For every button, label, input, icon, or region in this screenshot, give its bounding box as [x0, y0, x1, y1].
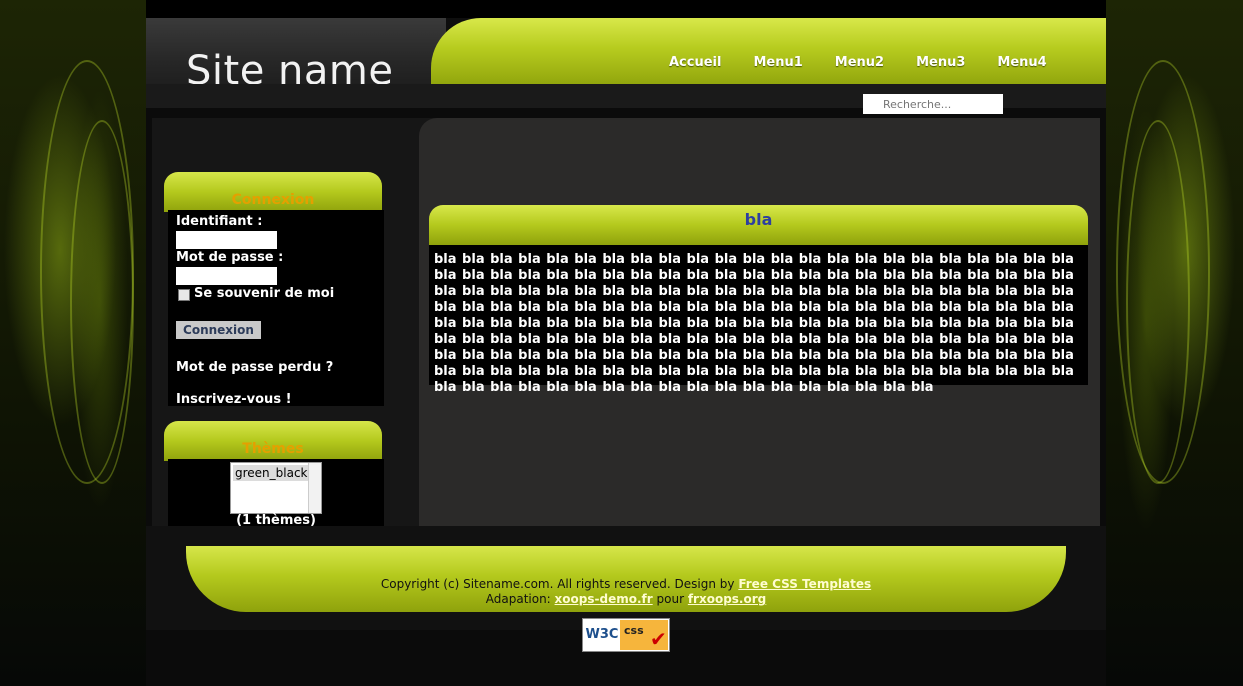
adaptation-line: Adapation: xoops-demo.fr pour frxoops.or…	[146, 592, 1106, 606]
nav-item-accueil[interactable]: Accueil	[669, 55, 721, 70]
header-top-strip	[146, 0, 1106, 18]
search-input[interactable]	[863, 94, 1003, 114]
copyright-text: Copyright (c) Sitename.com. All rights r…	[380, 577, 735, 591]
login-block-heading: Connexion	[231, 192, 315, 208]
nav-item-menu1[interactable]: Menu1	[753, 55, 802, 70]
left-background	[0, 0, 146, 686]
footer: Copyright (c) Sitename.com. All rights r…	[146, 526, 1106, 630]
adaptation-mid: pour	[656, 592, 685, 606]
adaptation-link[interactable]: xoops-demo.fr	[555, 592, 653, 606]
themes-block-heading: Thèmes	[242, 441, 304, 457]
main-nav: Accueil Menu1 Menu2 Menu3 Menu4	[669, 55, 1079, 70]
design-link[interactable]: Free CSS Templates	[738, 577, 871, 591]
username-field[interactable]	[176, 231, 277, 249]
themes-block-title: Thèmes	[164, 421, 382, 461]
frxoops-link[interactable]: frxoops.org	[688, 592, 766, 606]
register-link[interactable]: Inscrivez-vous !	[176, 392, 292, 407]
theme-select[interactable]: green_black	[230, 462, 322, 514]
checkmark-icon: ✔	[650, 627, 667, 651]
password-label: Mot de passe :	[176, 250, 284, 265]
content-text: bla bla bla bla bla bla bla bla bla bla …	[434, 252, 1074, 395]
remember-label: Se souvenir de moi	[194, 286, 335, 301]
adaptation-prefix: Adapation:	[485, 592, 551, 606]
w3c-css-badge[interactable]: W3C css ✔	[582, 618, 670, 652]
remember-checkbox[interactable]	[178, 289, 190, 301]
listbox-scrollbar[interactable]	[308, 463, 321, 513]
username-label: Identifiant :	[176, 214, 263, 229]
nav-bar	[431, 18, 1106, 84]
copyright-line: Copyright (c) Sitename.com. All rights r…	[146, 577, 1106, 591]
password-field[interactable]	[176, 267, 277, 285]
w3c-logo: W3C	[584, 620, 620, 650]
theme-option[interactable]: green_black	[233, 465, 309, 481]
login-block-title: Connexion	[164, 172, 382, 212]
decorative-swirl	[70, 120, 134, 484]
nav-item-menu2[interactable]: Menu2	[835, 55, 884, 70]
lost-password-link[interactable]: Mot de passe perdu ?	[176, 360, 333, 375]
content-block: bla bla bla bla bla bla bla bla bla bla …	[429, 245, 1088, 395]
nav-item-menu3[interactable]: Menu3	[916, 55, 965, 70]
login-block: Identifiant : Mot de passe : Se souvenir…	[168, 210, 384, 407]
themes-block: green_black (1 thèmes)	[168, 459, 384, 528]
content-block-title: bla	[429, 205, 1088, 245]
content-title: bla	[744, 210, 773, 229]
nav-item-menu4[interactable]: Menu4	[997, 55, 1046, 70]
login-button[interactable]: Connexion	[176, 321, 261, 339]
right-background	[1106, 0, 1243, 686]
header: Site name Accueil Menu1 Menu2 Menu3 Menu…	[146, 0, 1106, 114]
page-wrapper: Site name Accueil Menu1 Menu2 Menu3 Menu…	[146, 0, 1106, 686]
decorative-swirl	[1126, 120, 1190, 484]
